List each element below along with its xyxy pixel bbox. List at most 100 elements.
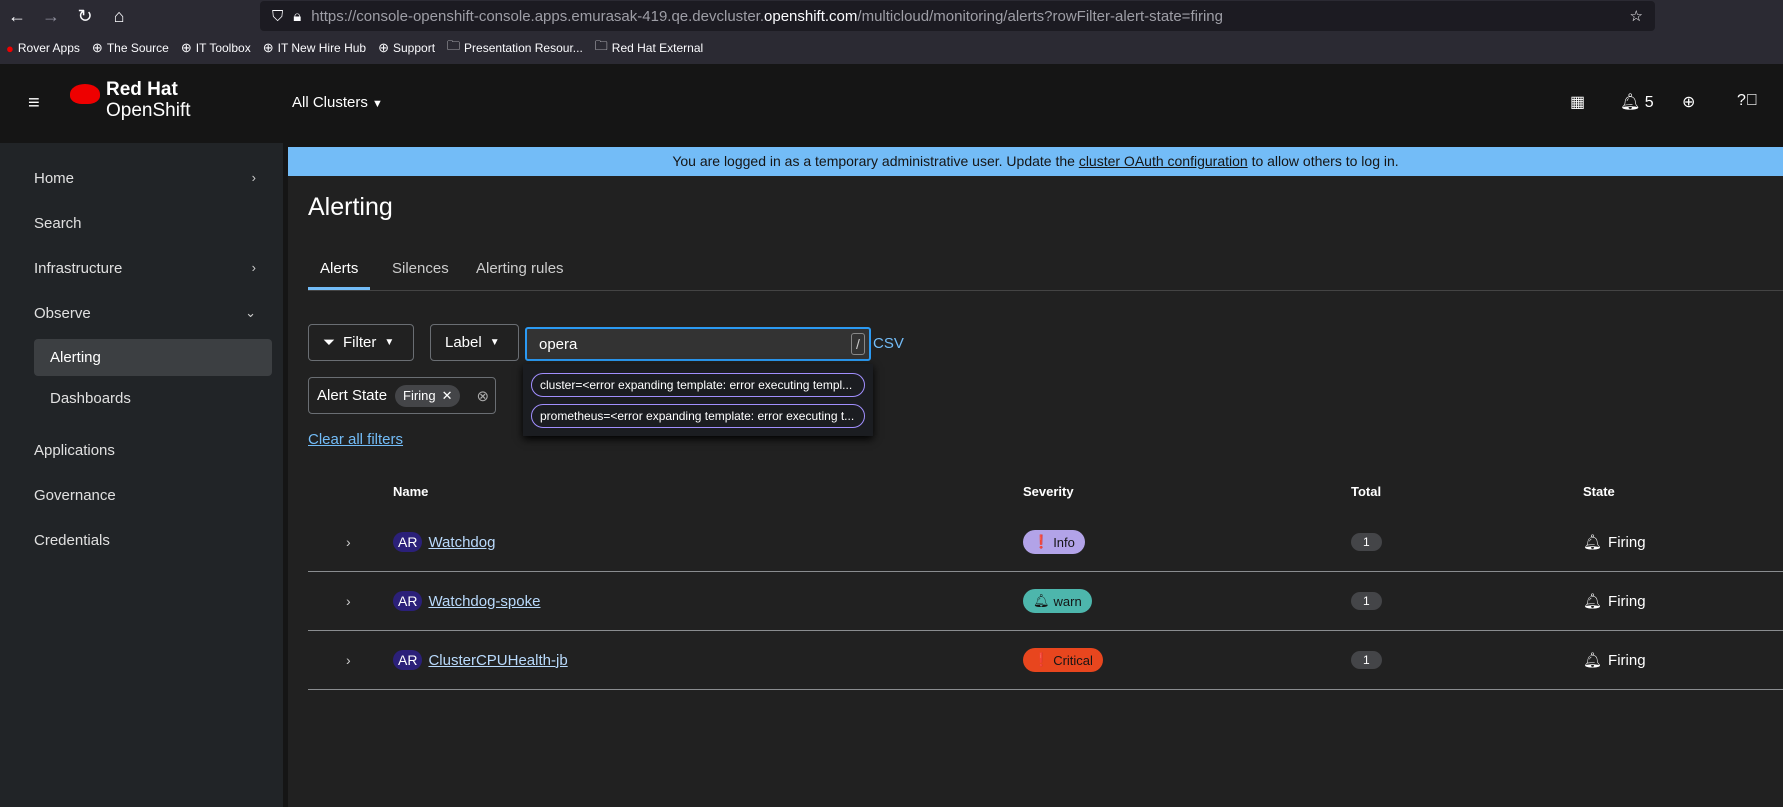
url-bar[interactable]: ⛉ 🔒︎ https://console-openshift-console.a… [260,1,1655,31]
sidebar-item-label: Home [34,170,75,187]
bookmark-label: The Source [106,41,169,55]
severity-badge: ❗ Critical [1023,648,1103,672]
notifications-button[interactable]: 🔔︎ 5 [1620,92,1654,112]
column-header-name[interactable]: Name [393,484,428,499]
add-icon[interactable]: ⊕ [1682,92,1695,112]
openshift-logo[interactable]: Red Hat OpenShift [70,80,191,122]
sidebar-item-alerting[interactable]: Alerting [34,339,272,376]
column-header-total[interactable]: Total [1351,484,1381,499]
reload-icon[interactable]: ↻ [68,6,102,27]
sidebar-item-observe[interactable]: Observe ⌄ [34,305,272,322]
shield-icon: ⛉ [272,7,284,25]
forward-icon[interactable]: → [34,6,68,27]
bookmark-label: Red Hat External [611,41,704,55]
globe-icon: ⊕ [378,40,389,55]
redhat-icon: ● [6,40,14,56]
suggestion-item[interactable]: prometheus=<error expanding template: er… [531,404,865,428]
help-icon[interactable]: ?⃝ [1737,92,1758,110]
tab-alerting-rules[interactable]: Alerting rules [476,260,564,287]
bookmark-red-hat-external[interactable]: 🗀 Red Hat External [595,37,703,59]
alert-state: Firing [1608,592,1646,610]
bookmark-it-new-hire-hub[interactable]: ⊕ IT New Hire Hub [263,40,366,56]
alert-state-chip-group: Alert State Firing ✕ ⊗ [308,377,496,414]
globe-icon: ⊕ [91,40,103,55]
filter-label: Filter [343,334,377,351]
label-dropdown[interactable]: Label ▼ [430,324,519,361]
sidebar-item-search[interactable]: Search [34,215,272,232]
cluster-selector-label: All Clusters [292,94,368,111]
sidebar-item-home[interactable]: Home › [34,170,272,187]
sidebar-item-dashboards[interactable]: Dashboards [34,380,272,417]
expand-row-chevron-icon[interactable]: › [346,593,351,609]
tab-alerts[interactable]: Alerts [308,260,371,290]
alert-name-link[interactable]: ClusterCPUHealth-jb [428,652,567,669]
severity-icon: ❗ [1033,534,1050,549]
temporary-admin-banner: You are logged in as a temporary adminis… [288,147,1783,176]
total-count-badge: 1 [1351,592,1382,610]
url-suffix: /multicloud/monitoring/alerts?rowFilter-… [857,7,1223,25]
table-row: › AR Watchdog-spoke 🔔︎ warn 1 🔔︎ Firing [308,572,1783,631]
column-header-severity[interactable]: Severity [1023,484,1074,499]
table-row: › AR Watchdog ❗ Info 1 🔔︎ Firing [308,513,1783,572]
bookmark-rover-apps[interactable]: ● Rover Apps [6,41,80,56]
bell-icon: 🔔︎ [1583,593,1603,610]
caret-down-icon: ▼ [384,337,395,348]
sidebar-item-infrastructure[interactable]: Infrastructure › [34,260,272,277]
globe-icon: ⊕ [262,40,274,55]
page-title: Alerting [308,193,393,221]
sidebar-item-credentials[interactable]: Credentials [34,532,272,549]
cluster-selector[interactable]: All Clusters ▼ [292,94,383,111]
bookmark-support[interactable]: ⊕ Support [378,40,435,56]
alert-state: Firing [1608,533,1646,551]
filter-dropdown[interactable]: ⏷ Filter ▼ [308,324,414,361]
sidebar-item-label: Observe [34,305,91,322]
bookmark-label: IT New Hire Hub [277,41,367,55]
banner-text: You are logged in as a temporary adminis… [672,153,1079,169]
alert-name-link[interactable]: Watchdog-spoke [428,593,540,610]
label-suggestions-menu: cluster=<error expanding template: error… [523,364,873,436]
label-search-input[interactable] [539,335,839,353]
bell-icon: 🔔︎ [1620,94,1641,111]
bookmark-presentation-resources[interactable]: 🗀 Presentation Resour... [447,37,583,59]
home-icon[interactable]: ⌂ [102,6,136,27]
masthead: ≡ Red Hat OpenShift All Clusters ▼ ▦ 🔔︎ 5… [0,64,1783,143]
remove-group-icon[interactable]: ⊗ [476,387,489,405]
globe-icon: ⊕ [180,40,192,55]
label-search-field[interactable]: / [525,327,871,361]
app-launcher-icon[interactable]: ▦ [1570,92,1585,112]
close-icon[interactable]: ✕ [442,388,453,404]
hamburger-menu-icon[interactable]: ≡ [28,92,40,115]
bookmark-the-source[interactable]: ⊕ The Source [92,40,169,56]
alert-rule-badge: AR [393,591,423,611]
table-row: › AR ClusterCPUHealth-jb ❗ Critical 1 🔔︎ Fi… [308,631,1783,690]
export-csv-link[interactable]: CSV [873,335,904,352]
tab-silences[interactable]: Silences [392,260,449,287]
sidebar: Home › Search Infrastructure › Observe ⌄ Al… [0,143,283,807]
lock-warning-icon[interactable]: 🔒︎ [293,8,301,25]
column-header-state[interactable]: State [1583,484,1615,499]
sidebar-item-label: Governance [34,487,116,504]
label-dropdown-label: Label [445,334,482,351]
bookmark-star-icon[interactable]: ☆ [1630,7,1643,25]
sidebar-item-label: Infrastructure [34,260,123,277]
expand-row-chevron-icon[interactable]: › [346,534,351,550]
back-icon[interactable]: ← [0,6,34,27]
alert-state: Firing [1608,651,1646,669]
sidebar-item-label: Dashboards [50,390,131,407]
suggestion-item[interactable]: cluster=<error expanding template: error… [531,373,865,397]
chevron-right-icon: › [251,170,256,185]
redhat-hat-icon [70,84,100,104]
tabs-divider [308,290,1783,291]
oauth-configuration-link[interactable]: cluster OAuth configuration [1079,153,1248,169]
keyboard-shortcut-hint: / [851,333,865,355]
bookmark-it-toolbox[interactable]: ⊕ IT Toolbox [181,40,251,56]
sidebar-item-governance[interactable]: Governance [34,487,272,504]
expand-row-chevron-icon[interactable]: › [346,652,351,668]
clear-all-filters-link[interactable]: Clear all filters [308,431,403,448]
alert-name-link[interactable]: Watchdog [428,534,495,551]
caret-down-icon: ▼ [489,337,500,348]
bookmark-label: Presentation Resour... [464,41,583,55]
sidebar-item-applications[interactable]: Applications [34,442,272,459]
caret-down-icon: ▼ [372,98,383,110]
banner-text: to allow others to log in. [1247,153,1399,169]
